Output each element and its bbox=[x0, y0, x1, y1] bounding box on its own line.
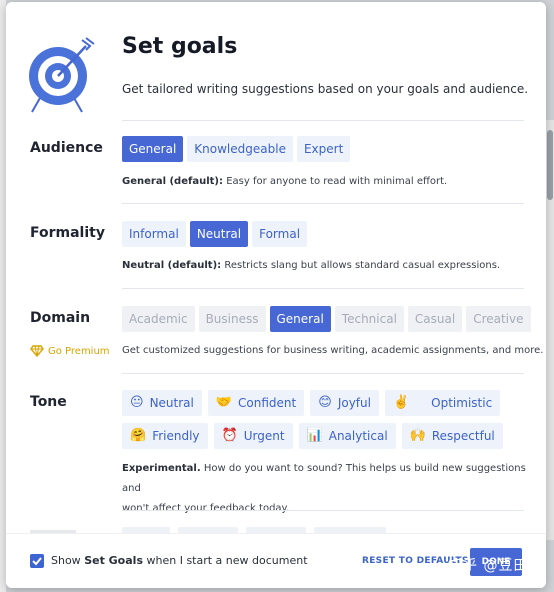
audience-option-expert[interactable]: Expert bbox=[296, 136, 351, 162]
go-premium-link[interactable]: Go Premium bbox=[30, 345, 110, 357]
audience-desc-text: Easy for anyone to read with minimal eff… bbox=[226, 176, 448, 187]
tone-option-friendly[interactable]: 🤗 Friendly bbox=[122, 423, 208, 449]
show-set-goals-checkbox[interactable] bbox=[30, 554, 44, 568]
go-premium-label: Go Premium bbox=[48, 345, 110, 357]
alarm-clock-icon: ⏰ bbox=[221, 428, 238, 443]
target-icon bbox=[28, 34, 100, 114]
tone-option-confident[interactable]: 🤝 Confident bbox=[207, 390, 305, 416]
tone-options-row-1: 😐 Neutral 🤝 Confident 😊 Joyful ✌️ Optimi… bbox=[122, 390, 501, 416]
domain-option-creative[interactable]: Creative bbox=[466, 306, 531, 332]
divider bbox=[122, 373, 524, 374]
tone-label: Tone bbox=[30, 394, 67, 410]
tone-desc-bold: Experimental. bbox=[122, 463, 201, 474]
formality-desc-text: Restricts slang but allows standard casu… bbox=[224, 260, 501, 271]
diamond-icon bbox=[30, 345, 44, 357]
footer-text-prefix: Show bbox=[51, 554, 81, 567]
scrollbar[interactable] bbox=[546, 120, 554, 540]
audience-option-general[interactable]: General bbox=[122, 136, 184, 162]
formality-desc-bold: Neutral (default): bbox=[122, 260, 222, 271]
audience-label: Audience bbox=[30, 140, 103, 156]
neutral-face-icon: 😐 bbox=[130, 395, 144, 410]
page-subtitle: Get tailored writing suggestions based o… bbox=[122, 82, 529, 96]
watermark: 知乎 @豆田 bbox=[448, 558, 529, 574]
handshake-icon: 🤝 bbox=[215, 395, 233, 410]
smiling-face-icon: 😊 bbox=[318, 395, 332, 410]
audience-options: General Knowledgeable Expert bbox=[122, 136, 351, 162]
audience-description: General (default): Easy for anyone to re… bbox=[122, 172, 447, 192]
victory-hand-icon: ✌️ bbox=[392, 395, 410, 410]
formality-option-neutral[interactable]: Neutral bbox=[189, 221, 249, 247]
scrollbar-thumb[interactable] bbox=[547, 130, 553, 200]
page-title: Set goals bbox=[122, 34, 238, 59]
tone-options-row-2: 🤗 Friendly ⏰ Urgent 📊 Analytical 🙌 Respe… bbox=[122, 423, 503, 449]
formality-label: Formality bbox=[30, 225, 105, 241]
tone-option-optimistic[interactable]: ✌️ Optimistic bbox=[384, 390, 501, 416]
domain-option-technical[interactable]: Technical bbox=[334, 306, 404, 332]
set-goals-dialog: Set goals Get tailored writing suggestio… bbox=[6, 2, 546, 588]
domain-option-academic[interactable]: Academic bbox=[122, 306, 195, 332]
tone-option-label: Friendly bbox=[152, 429, 200, 443]
divider bbox=[122, 510, 524, 511]
domain-options: Academic Business General Technical Casu… bbox=[122, 306, 531, 332]
domain-option-general[interactable]: General bbox=[269, 306, 331, 332]
formality-option-informal[interactable]: Informal bbox=[122, 221, 186, 247]
tone-option-analytical[interactable]: 📊 Analytical bbox=[298, 423, 396, 449]
bar-chart-icon: 📊 bbox=[306, 428, 323, 443]
divider bbox=[122, 203, 524, 204]
tone-option-neutral[interactable]: 😐 Neutral bbox=[122, 390, 202, 416]
tone-option-label: Neutral bbox=[149, 396, 194, 410]
tone-option-joyful[interactable]: 😊 Joyful bbox=[310, 390, 379, 416]
audience-desc-bold: General (default): bbox=[122, 176, 223, 187]
tone-option-respectful[interactable]: 🙌 Respectful bbox=[401, 423, 503, 449]
divider bbox=[122, 288, 524, 289]
tone-desc-line2: won't affect your feedback today. bbox=[122, 503, 290, 514]
domain-description: Get customized suggestions for business … bbox=[122, 345, 544, 356]
tone-option-label: Optimistic bbox=[431, 396, 493, 410]
domain-option-business[interactable]: Business bbox=[198, 306, 266, 332]
formality-options: Informal Neutral Formal bbox=[122, 221, 308, 247]
tone-option-label: Respectful bbox=[431, 429, 495, 443]
tone-option-label: Urgent bbox=[243, 429, 285, 443]
dialog-header: Set goals Get tailored writing suggestio… bbox=[6, 2, 546, 120]
domain-option-casual[interactable]: Casual bbox=[407, 306, 463, 332]
domain-label: Domain bbox=[30, 310, 91, 326]
raised-hands-icon: 🙌 bbox=[409, 428, 426, 443]
footer-text-suffix: when I start a new document bbox=[146, 554, 308, 567]
tone-option-label: Analytical bbox=[328, 429, 388, 443]
tone-option-urgent[interactable]: ⏰ Urgent bbox=[213, 423, 293, 449]
show-set-goals-label: Show Set Goals when I start a new docume… bbox=[51, 554, 308, 567]
formality-option-formal[interactable]: Formal bbox=[252, 221, 308, 247]
divider bbox=[122, 120, 524, 121]
tone-option-label: Confident bbox=[238, 396, 297, 410]
formality-description: Neutral (default): Restricts slang but a… bbox=[122, 256, 500, 276]
footer-text-bold: Set Goals bbox=[84, 554, 143, 567]
hugging-face-icon: 🤗 bbox=[130, 428, 147, 443]
audience-option-knowledgeable[interactable]: Knowledgeable bbox=[187, 136, 293, 162]
tone-option-label: Joyful bbox=[337, 396, 371, 410]
checkmark-icon bbox=[32, 557, 42, 566]
